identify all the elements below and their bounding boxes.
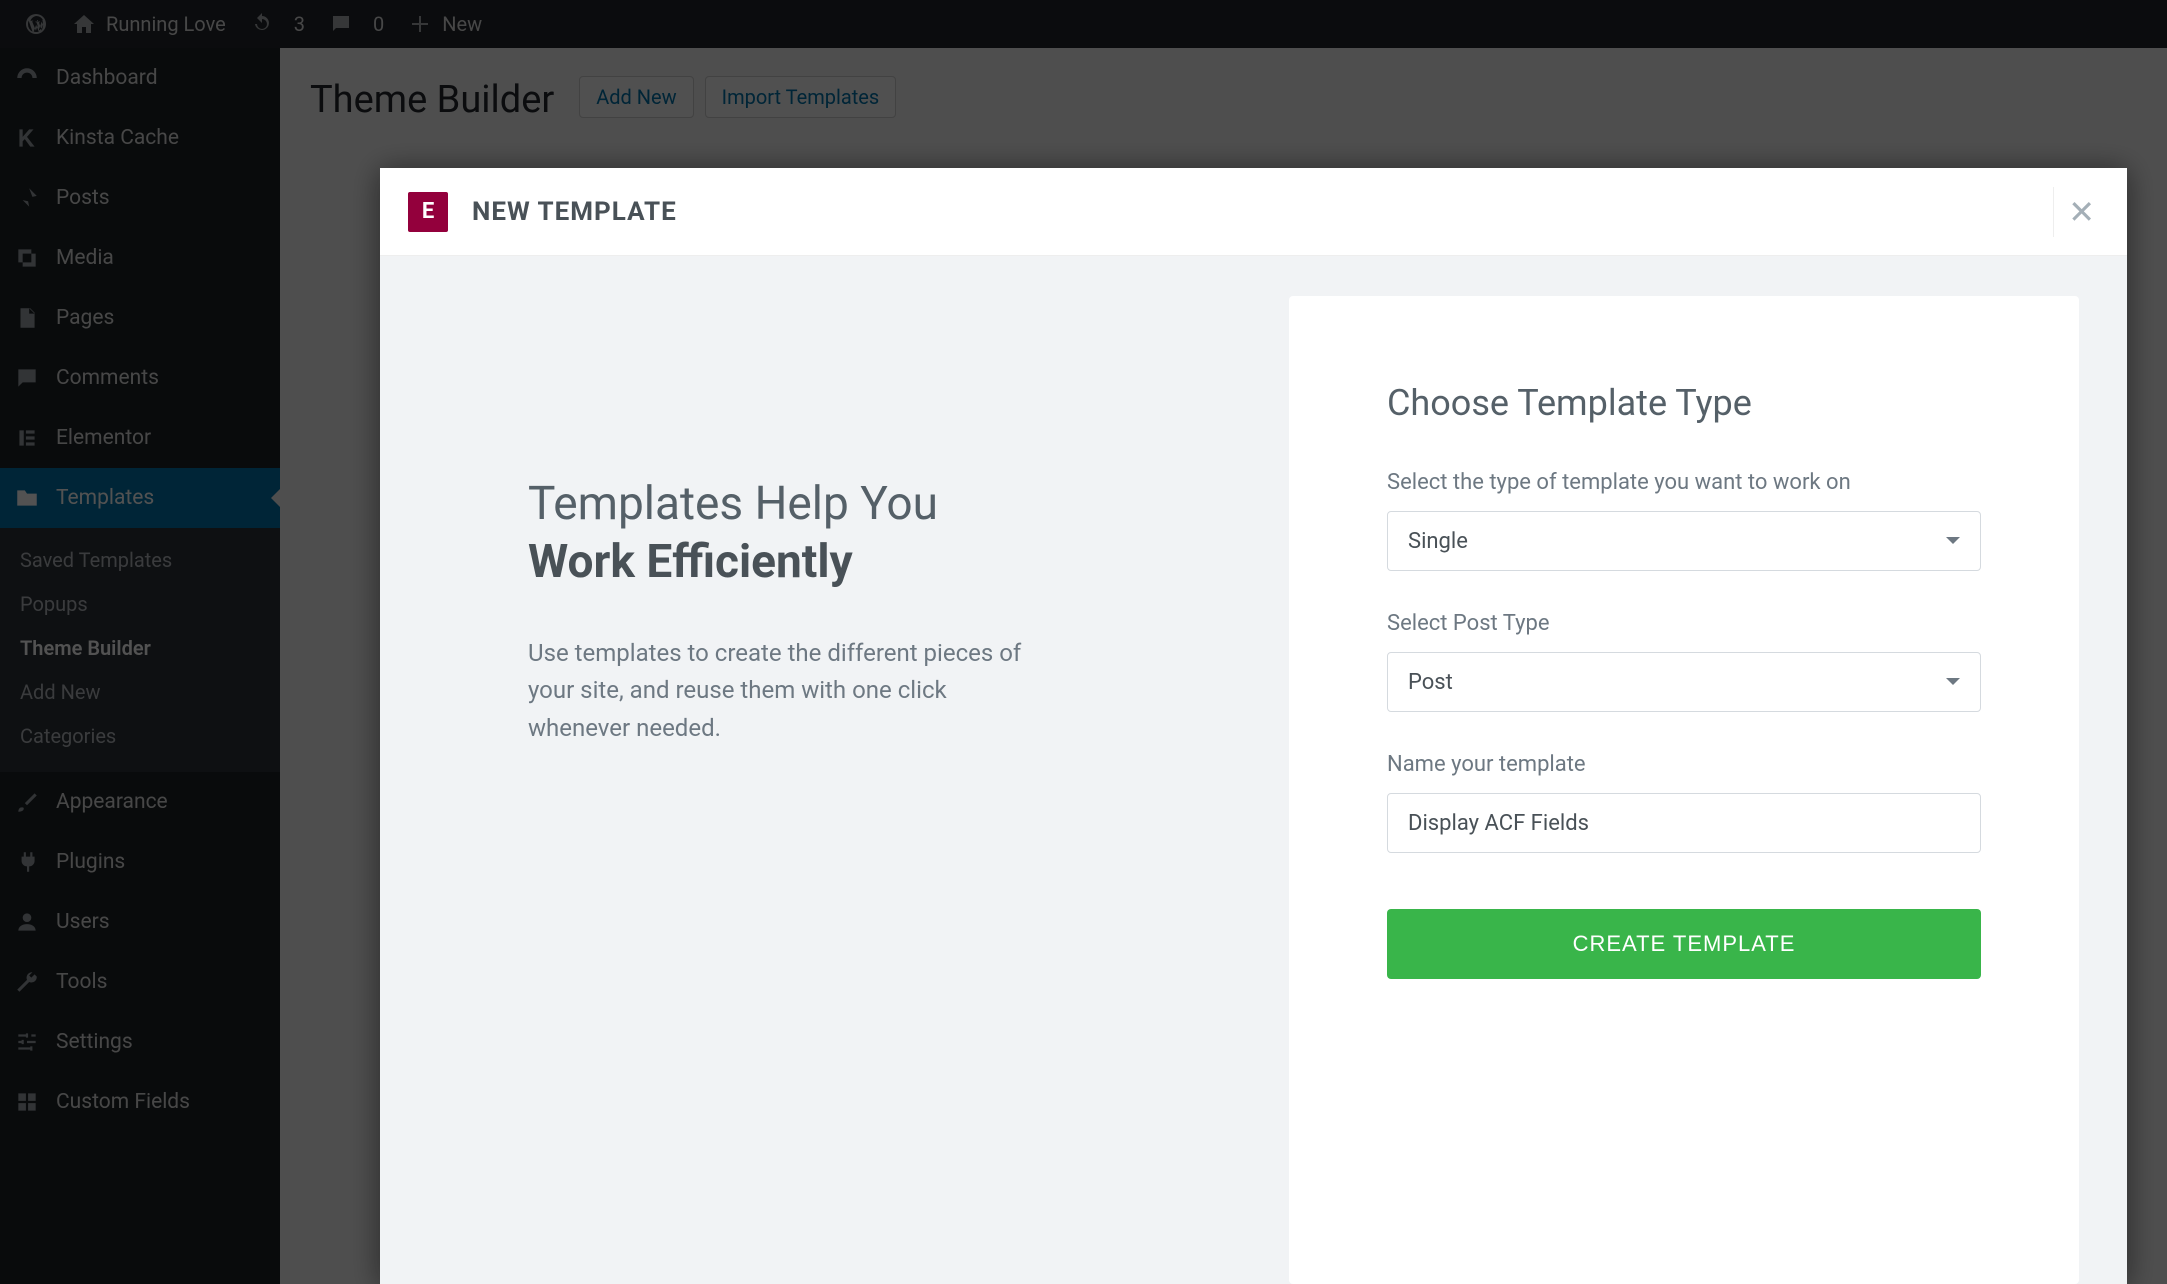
template-type-field: Select the type of template you want to … xyxy=(1387,470,1981,571)
chevron-down-icon xyxy=(1946,678,1960,692)
modal-header: E NEW TEMPLATE ✕ xyxy=(380,168,2127,256)
modal-body: Templates Help You Work Efficiently Use … xyxy=(380,256,2127,1284)
modal-info-panel: Templates Help You Work Efficiently Use … xyxy=(428,296,1249,1284)
new-template-modal: E NEW TEMPLATE ✕ Templates Help You Work… xyxy=(380,168,2127,1284)
elementor-logo-icon: E xyxy=(408,192,448,232)
template-name-input[interactable] xyxy=(1387,793,1981,853)
modal-description: Use templates to create the different pi… xyxy=(528,635,1048,747)
template-type-label: Select the type of template you want to … xyxy=(1387,470,1981,495)
chevron-down-icon xyxy=(1946,537,1960,551)
template-type-value: Single xyxy=(1408,529,1468,554)
modal-heading-line2: Work Efficiently xyxy=(528,535,853,589)
close-icon[interactable]: ✕ xyxy=(2053,187,2109,237)
create-template-button[interactable]: CREATE TEMPLATE xyxy=(1387,909,1981,979)
post-type-label: Select Post Type xyxy=(1387,611,1981,636)
modal-heading-line1: Templates Help You xyxy=(528,477,938,531)
modal-title: NEW TEMPLATE xyxy=(472,197,677,227)
modal-form-panel: Choose Template Type Select the type of … xyxy=(1289,296,2079,1284)
post-type-value: Post xyxy=(1408,670,1453,695)
post-type-field: Select Post Type Post xyxy=(1387,611,1981,712)
template-type-select[interactable]: Single xyxy=(1387,511,1981,571)
template-name-label: Name your template xyxy=(1387,752,1981,777)
post-type-select[interactable]: Post xyxy=(1387,652,1981,712)
form-heading: Choose Template Type xyxy=(1387,382,1981,424)
modal-heading: Templates Help You Work Efficiently xyxy=(528,476,1189,591)
template-name-field: Name your template xyxy=(1387,752,1981,853)
